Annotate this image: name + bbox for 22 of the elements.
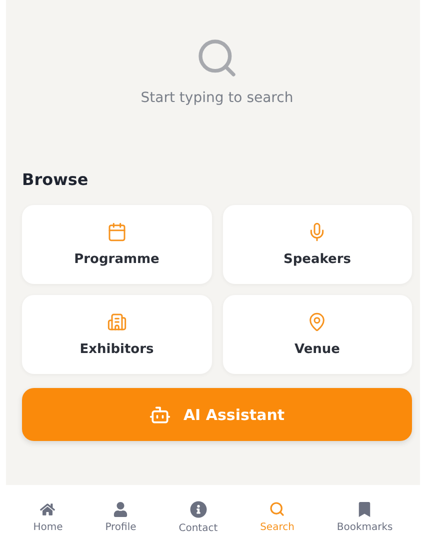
search-icon <box>269 501 286 517</box>
card-label: Programme <box>74 252 160 267</box>
section-title: Browse <box>22 170 90 189</box>
card-label: Speakers <box>283 252 352 267</box>
browse-card[interactable]: Venue <box>222 295 412 374</box>
browse-card[interactable]: Speakers <box>222 205 412 284</box>
nav-tab[interactable]: Profile <box>101 500 140 534</box>
nav-tab[interactable]: Bookmarks <box>332 500 397 534</box>
building-icon <box>106 312 127 332</box>
browse-card[interactable]: Programme <box>22 205 212 284</box>
card-label: Exhibitors <box>80 342 154 357</box>
card-label: Venue <box>294 342 340 357</box>
calendar-icon <box>106 222 127 242</box>
nav-tab[interactable]: Contact <box>174 498 222 536</box>
bookmark-icon <box>357 502 372 516</box>
person-icon <box>113 502 128 516</box>
nav-tab[interactable]: Home <box>29 500 67 534</box>
info-icon <box>190 500 207 518</box>
search-hint: Start typing to search <box>140 90 294 106</box>
browse-card[interactable]: Exhibitors <box>22 295 212 374</box>
location-pin-icon <box>307 312 328 332</box>
home-icon <box>40 502 56 516</box>
